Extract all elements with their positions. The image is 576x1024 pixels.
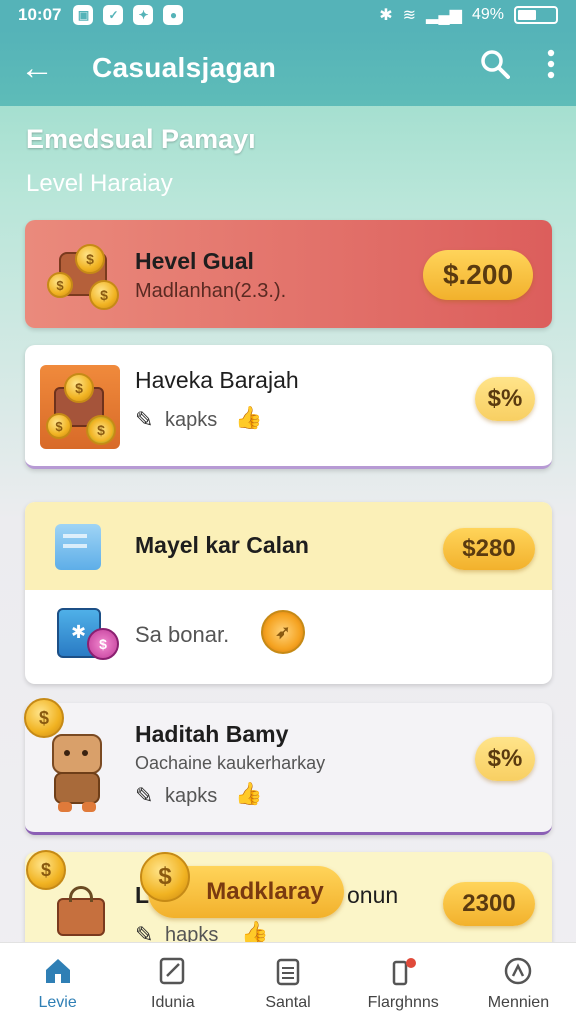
status-right: ✱ ≋ ▂▄▆ 49%: [379, 5, 558, 25]
coin-icon: $: [26, 850, 66, 890]
basket-icon: [55, 878, 115, 940]
pinwheel-icon: ✦: [133, 5, 154, 25]
nav-label: Levie: [38, 993, 77, 1011]
thumbs-up-icon: 👍: [235, 405, 263, 430]
reward-badge[interactable]: $.200: [423, 250, 533, 300]
status-bar: 10:07 ▣ ✓ ✦ ● ✱ ≋ ▂▄▆ 49%: [0, 0, 576, 30]
nav-label: Idunia: [151, 993, 195, 1011]
battery-icon: [514, 6, 558, 24]
more-vert-icon[interactable]: [546, 49, 556, 87]
clipboard-icon: [273, 956, 303, 986]
coin-chest-icon: $ $ $: [45, 242, 125, 310]
treasure-chest-icon: $ $ $: [40, 365, 120, 449]
card-bonus-text: Sa bonar.: [135, 622, 230, 647]
bottom-navigation: Levie Idunia Santal Flarghnns Mennien: [0, 942, 576, 1024]
check-icon: ✓: [103, 5, 124, 25]
edit-note-icon: [158, 956, 188, 986]
nav-item-device[interactable]: Flarghnns: [346, 943, 461, 1024]
quest-card-highlight[interactable]: $ $ $ Hevel Gual Madlanhan(2.3.). $.200: [25, 220, 552, 328]
quest-card-split[interactable]: Mayel kar Calan $280 ✱ $ Sa bonar. ➶: [25, 502, 552, 684]
mascot-character-icon: $: [24, 698, 124, 818]
reward-badge[interactable]: $%: [475, 377, 535, 421]
signal-icon: ▂▄▆: [426, 7, 462, 24]
app-bar-actions: [480, 49, 556, 87]
gift-box-icon: ✱ $: [53, 602, 123, 664]
reward-badge[interactable]: $280: [443, 528, 535, 570]
back-arrow-icon[interactable]: ←: [20, 49, 70, 88]
box-icon: [55, 524, 101, 570]
card-title: Haditah Bamy: [135, 721, 289, 747]
banner-label: Madklaray: [206, 878, 324, 905]
card-title-tail: onun: [347, 882, 399, 908]
card-meta: kapks: [165, 785, 218, 807]
reward-badge[interactable]: $%: [475, 737, 535, 781]
bluetooth-icon: ✱: [379, 7, 393, 24]
nav-item-list[interactable]: Santal: [230, 943, 345, 1024]
edit-icon: ✎: [135, 783, 154, 808]
card-title: Hevel Gual: [135, 248, 254, 274]
card-subtitle: Oachaine kaukerharkay: [135, 753, 326, 773]
quest-card[interactable]: $ $ $ Haveka Barajah ✎ kapks 👍 $%: [25, 345, 552, 469]
nav-label: Mennien: [487, 993, 550, 1011]
app-title: Casualsjagan: [92, 52, 277, 83]
card-title: Haveka Barajah: [135, 367, 299, 393]
wifi-icon: ≋: [402, 7, 417, 24]
reward-badge[interactable]: 2300: [443, 882, 535, 926]
home-icon: [43, 956, 73, 986]
card-subtitle: Madlanhan(2.3.).: [135, 280, 287, 302]
nav-label: Santal: [265, 993, 311, 1011]
search-icon[interactable]: [480, 49, 510, 87]
notification-icon: ▣: [73, 5, 94, 25]
status-time: 10:07: [18, 5, 62, 24]
card-title: Mayel kar Calan: [135, 532, 309, 558]
info-icon: ●: [163, 5, 184, 25]
phone-alert-icon: [388, 956, 418, 986]
nav-item-home[interactable]: Levie: [0, 943, 115, 1024]
page-heading: Emedsual Pamayı: [26, 124, 256, 154]
settings-circle-icon: [503, 956, 533, 986]
page-subheading: Level Haraiay: [26, 170, 173, 197]
edit-icon: ✎: [135, 407, 154, 432]
nav-item-menu[interactable]: Mennien: [461, 943, 576, 1024]
thumbs-up-icon: 👍: [235, 781, 263, 806]
card-meta: kapks: [165, 409, 218, 431]
battery-percent: 49%: [471, 6, 504, 23]
orange-coin-icon: ➶: [261, 610, 305, 654]
banner-coin-icon: $: [140, 852, 190, 902]
nav-label: Flarghnns: [367, 993, 439, 1011]
nav-item-edit[interactable]: Idunia: [115, 943, 230, 1024]
app-bar: ← Casualsjagan: [0, 30, 576, 106]
